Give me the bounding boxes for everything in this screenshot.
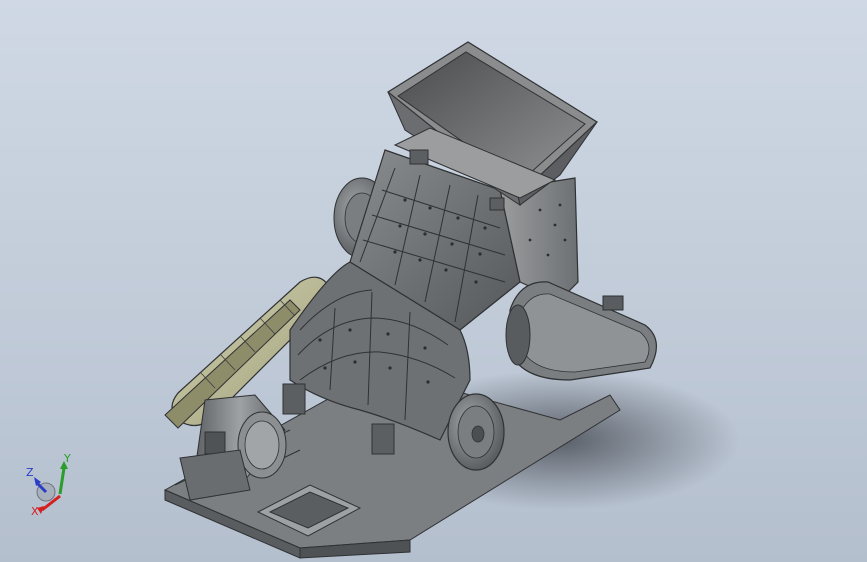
- flywheel: [447, 393, 505, 471]
- z-axis-label: Z: [26, 466, 34, 479]
- x-axis-label: X: [31, 505, 39, 518]
- hammer-crusher-model[interactable]: [0, 0, 867, 562]
- model-viewport[interactable]: Y Z X: [0, 0, 867, 562]
- coordinate-triad[interactable]: Y Z X: [22, 452, 82, 522]
- side-cover: [505, 281, 657, 381]
- y-axis-label: Y: [63, 452, 71, 465]
- y-axis-arrow: [58, 467, 66, 495]
